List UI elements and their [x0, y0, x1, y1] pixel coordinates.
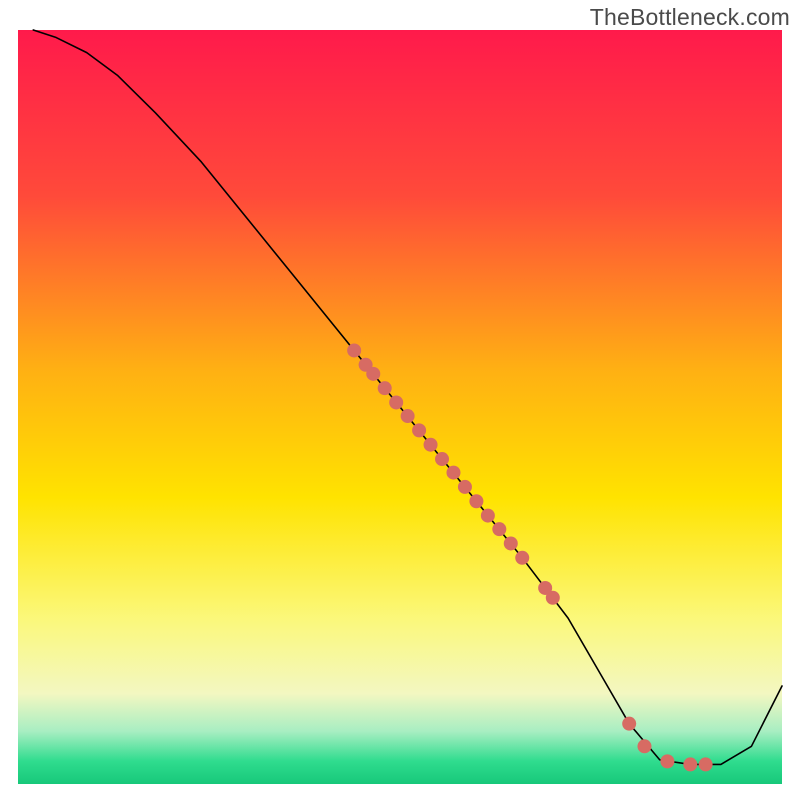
chart-container: TheBottleneck.com — [0, 0, 800, 800]
data-point — [504, 536, 518, 550]
data-point — [515, 551, 529, 565]
data-point — [389, 395, 403, 409]
data-point — [546, 591, 560, 605]
data-point — [481, 509, 495, 523]
data-point — [492, 522, 506, 536]
bottleneck-chart — [0, 0, 800, 800]
data-point — [699, 757, 713, 771]
data-point — [424, 438, 438, 452]
data-point — [446, 466, 460, 480]
data-point — [458, 480, 472, 494]
data-point — [378, 381, 392, 395]
data-point — [622, 717, 636, 731]
watermark-text: TheBottleneck.com — [590, 4, 790, 31]
data-point — [637, 739, 651, 753]
data-point — [435, 452, 449, 466]
data-point — [683, 757, 697, 771]
data-point — [401, 409, 415, 423]
data-point — [347, 343, 361, 357]
data-point — [366, 367, 380, 381]
data-point — [660, 754, 674, 768]
data-point — [469, 494, 483, 508]
data-point — [412, 423, 426, 437]
